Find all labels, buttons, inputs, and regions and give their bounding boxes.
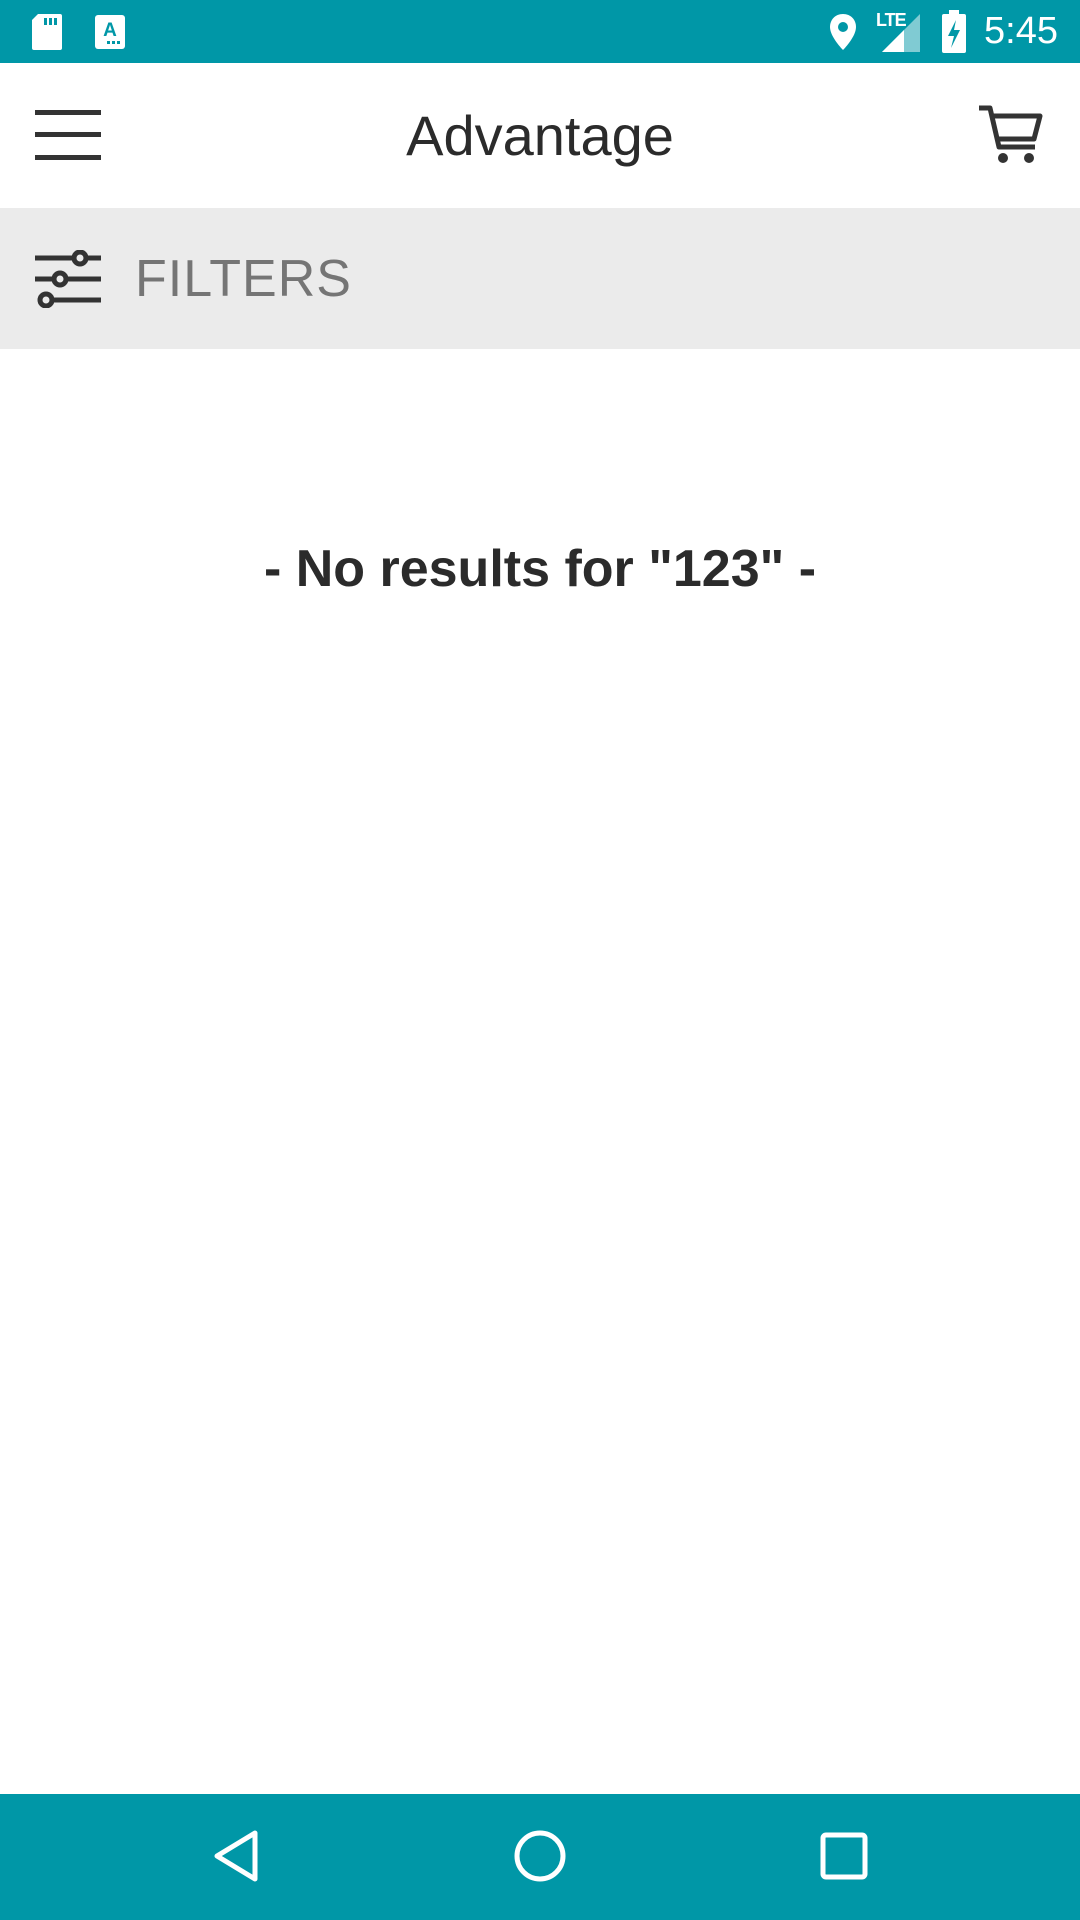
status-time: 5:45 bbox=[984, 10, 1058, 52]
recents-button[interactable] bbox=[808, 1822, 880, 1894]
network-type-label: LTE bbox=[876, 10, 907, 30]
app-title: Advantage bbox=[406, 104, 674, 167]
menu-button[interactable] bbox=[26, 101, 110, 173]
status-bar: A LTE 5:45 bbox=[0, 0, 1080, 63]
cart-button[interactable] bbox=[970, 99, 1050, 175]
no-results-message: - No results for "123" - bbox=[263, 540, 817, 598]
back-button[interactable] bbox=[200, 1822, 272, 1894]
home-icon bbox=[513, 1829, 567, 1888]
navigation-bar bbox=[0, 1794, 1080, 1920]
search-results-area: - No results for "123" - bbox=[0, 349, 1080, 1794]
location-icon bbox=[828, 12, 858, 57]
svg-text:A: A bbox=[103, 20, 117, 41]
filters-button[interactable]: FILTERS bbox=[0, 208, 1080, 349]
sd-card-icon bbox=[30, 12, 64, 57]
sliders-icon bbox=[34, 249, 102, 309]
back-icon bbox=[211, 1829, 261, 1888]
battery-charging-icon bbox=[940, 10, 968, 59]
filters-label: FILTERS bbox=[135, 249, 352, 308]
text-notification-icon: A bbox=[94, 14, 126, 55]
recents-icon bbox=[819, 1831, 869, 1886]
cart-icon bbox=[977, 103, 1043, 172]
hamburger-menu-icon bbox=[35, 109, 101, 165]
home-button[interactable] bbox=[504, 1822, 576, 1894]
app-bar: Advantage bbox=[0, 63, 1080, 208]
